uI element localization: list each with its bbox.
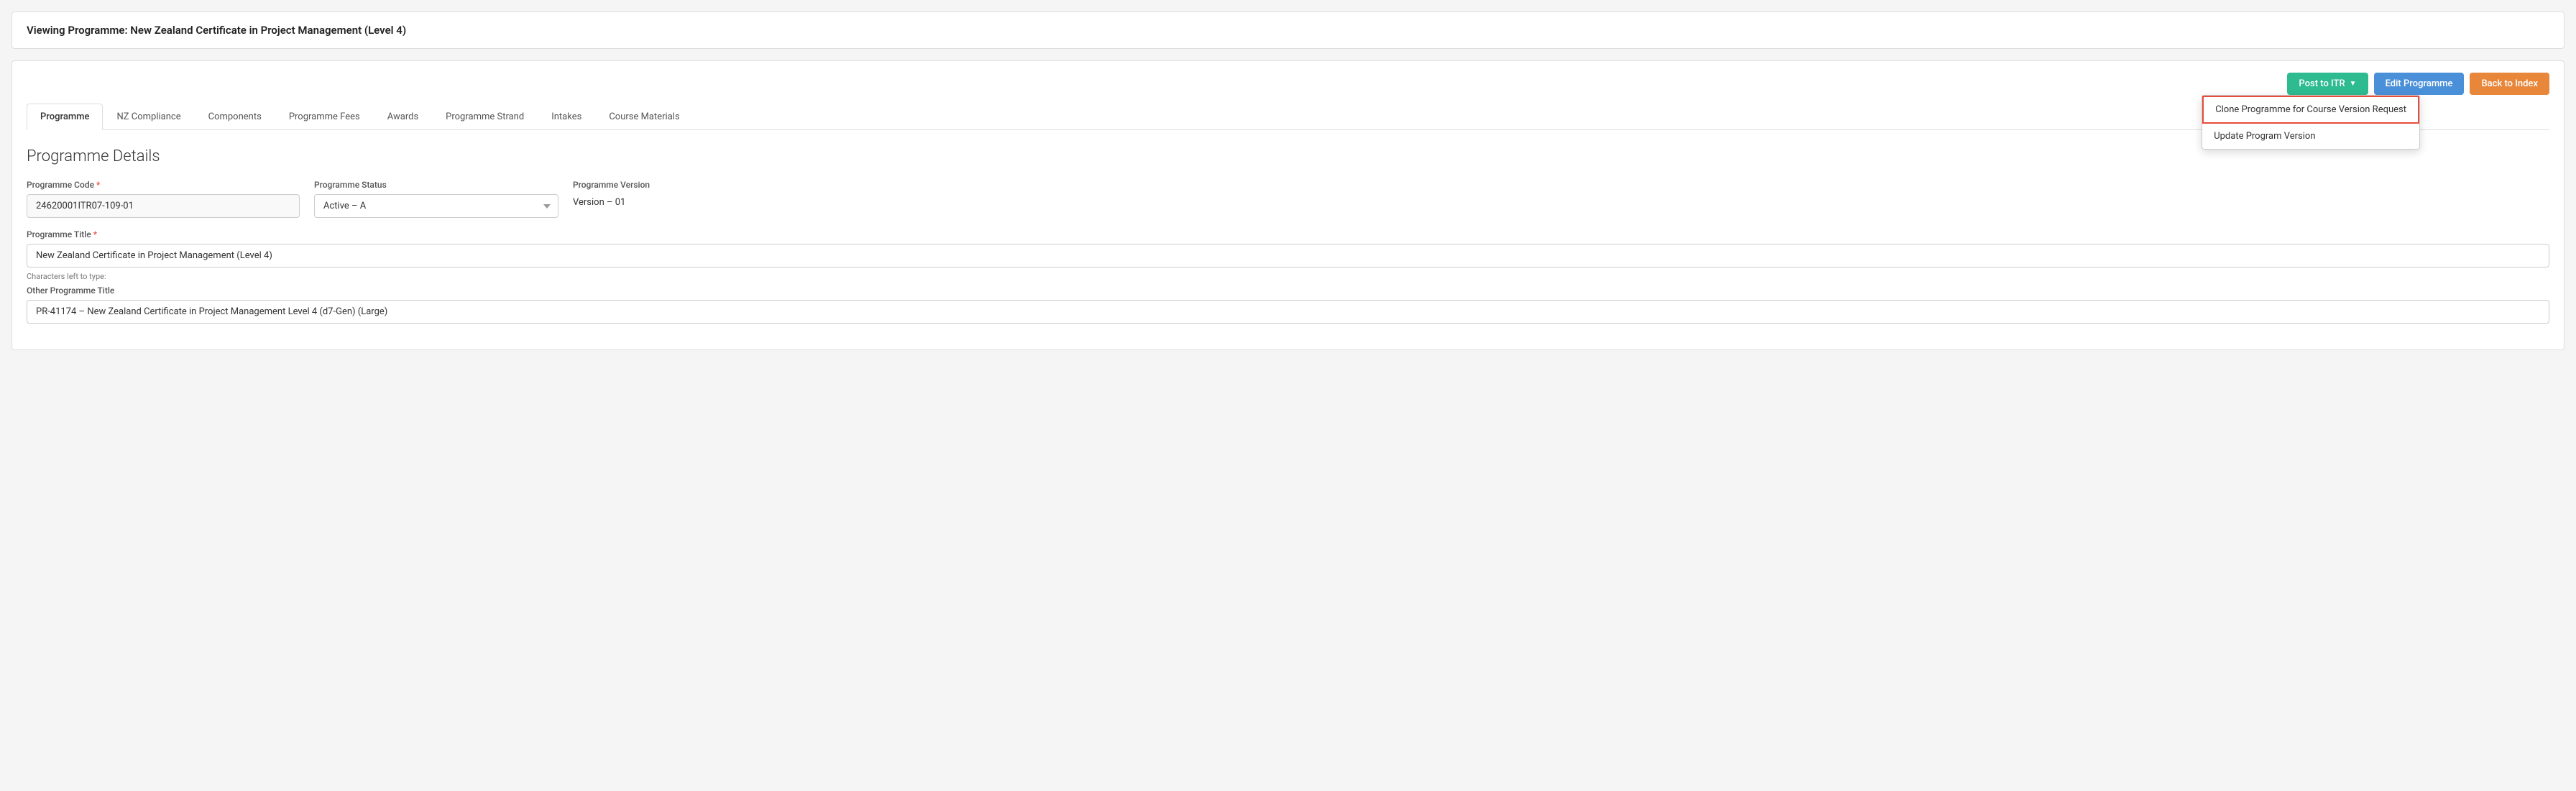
viewing-bar: Viewing Programme: New Zealand Certifica…: [12, 12, 2564, 49]
edit-programme-button[interactable]: Edit Programme: [2374, 73, 2465, 95]
section-title: Programme Details: [27, 147, 2549, 165]
page-wrapper: Viewing Programme: New Zealand Certifica…: [0, 0, 2576, 362]
programme-version-group: Programme Version Version – 01: [573, 180, 717, 208]
form-row-1: Programme Code * Programme Status Active…: [27, 180, 2549, 218]
programme-title-label: Programme Title *: [27, 229, 2549, 239]
tab-course-materials[interactable]: Course Materials: [595, 104, 693, 129]
programme-version-value: Version – 01: [573, 194, 717, 208]
programme-status-label: Programme Status: [314, 180, 558, 190]
required-marker: *: [96, 180, 100, 190]
update-program-version-item[interactable]: Update Program Version: [2202, 124, 2419, 149]
tab-components[interactable]: Components: [195, 104, 275, 129]
tabs-row: Programme NZ Compliance Components Progr…: [27, 104, 2549, 130]
other-title-input[interactable]: [27, 300, 2549, 324]
required-marker-2: *: [93, 229, 97, 239]
other-title-wrapper: [27, 300, 2549, 324]
dropdown-arrow-icon: ▼: [2350, 80, 2357, 88]
other-title-label: Other Programme Title: [27, 285, 2549, 296]
tab-programme[interactable]: Programme: [27, 104, 103, 130]
chars-left-text: Characters left to type:: [27, 272, 2549, 281]
form-row-2: Programme Title *: [27, 229, 2549, 268]
programme-code-group: Programme Code *: [27, 180, 300, 218]
programme-code-input[interactable]: [27, 194, 300, 218]
programme-title-input[interactable]: [27, 244, 2549, 268]
post-itr-dropdown: Clone Programme for Course Version Reque…: [2202, 95, 2420, 150]
tab-awards[interactable]: Awards: [374, 104, 432, 129]
tab-intakes[interactable]: Intakes: [538, 104, 595, 129]
tab-nz-compliance[interactable]: NZ Compliance: [103, 104, 194, 129]
clone-programme-item[interactable]: Clone Programme for Course Version Reque…: [2202, 96, 2419, 124]
programme-status-select[interactable]: Active – A: [314, 194, 558, 218]
back-to-index-button[interactable]: Back to Index: [2470, 73, 2549, 95]
tab-programme-fees[interactable]: Programme Fees: [275, 104, 374, 129]
programme-status-group: Programme Status Active – A: [314, 180, 558, 218]
programme-code-label: Programme Code *: [27, 180, 300, 190]
tab-programme-strand[interactable]: Programme Strand: [432, 104, 538, 129]
other-title-group: Other Programme Title: [27, 285, 2549, 324]
post-to-itr-button[interactable]: Post to ITR ▼: [2287, 73, 2368, 95]
form-row-3: Other Programme Title: [27, 285, 2549, 324]
programme-version-label: Programme Version: [573, 180, 717, 190]
main-card: Post to ITR ▼ Edit Programme Back to Ind…: [12, 60, 2564, 350]
programme-title-group: Programme Title *: [27, 229, 2549, 268]
toolbar-row: Post to ITR ▼ Edit Programme Back to Ind…: [27, 73, 2549, 95]
viewing-title: Viewing Programme: New Zealand Certifica…: [27, 24, 406, 37]
programme-title-wrapper: [27, 244, 2549, 268]
